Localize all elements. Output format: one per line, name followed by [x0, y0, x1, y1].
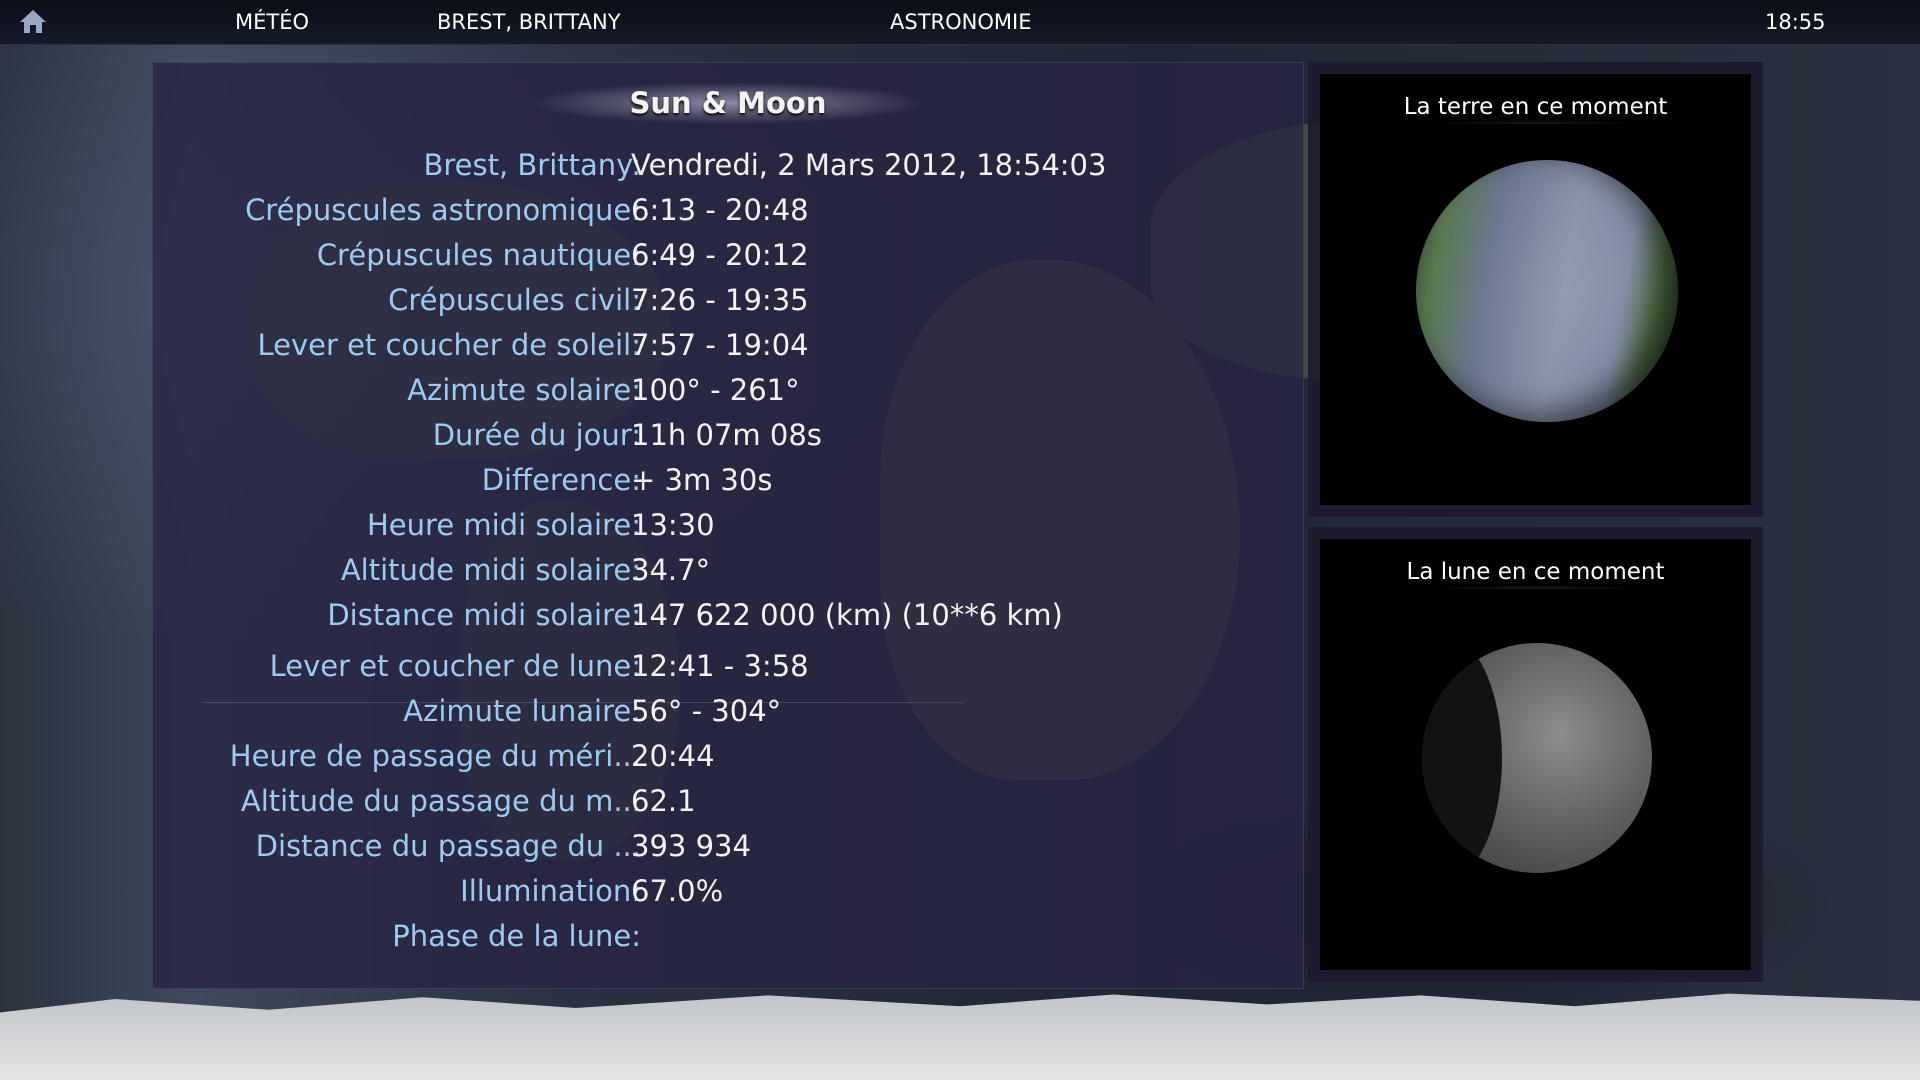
- row-value: Vendredi, 2 Mars 2012, 18:54:03: [631, 148, 1107, 182]
- sun-moon-panel: Sun & Moon Brest, Brittany: Vendredi, 2 …: [152, 62, 1304, 989]
- row-value: 6:13 - 20:48: [631, 193, 809, 227]
- earth-viewport: La terre en ce moment: [1320, 74, 1751, 505]
- row-label: Distance du passage du ...: [255, 829, 641, 863]
- row-value: 56° - 304°: [631, 694, 782, 728]
- row-label: Distance midi solaire:: [327, 598, 641, 632]
- earth-globe-image: [1416, 160, 1678, 422]
- info-row: Altitude du passage du m... 62.1: [153, 781, 1303, 821]
- clock: 18:55: [1765, 10, 1826, 34]
- row-value: 20:44: [631, 739, 715, 773]
- top-bar: MÉTÉO BREST, BRITTANY ASTRONOMIE 18:55: [0, 0, 1920, 45]
- info-row: Crépuscules nautique: 6:49 - 20:12: [153, 235, 1303, 275]
- antarctica-strip: [0, 993, 1920, 1080]
- row-value: 7:57 - 19:04: [631, 328, 809, 362]
- panel-title: Sun & Moon: [153, 81, 1303, 125]
- row-label: Crépuscules civil:: [388, 283, 641, 317]
- row-label: Heure de passage du méri...: [229, 739, 641, 773]
- row-value: 100° - 261°: [631, 373, 800, 407]
- row-value: 6:49 - 20:12: [631, 238, 809, 272]
- info-row: Crépuscules astronomique: 6:13 - 20:48: [153, 190, 1303, 230]
- row-value: 67.0%: [631, 874, 724, 908]
- row-label: Altitude du passage du m...: [240, 784, 641, 818]
- home-icon[interactable]: [18, 8, 48, 34]
- moon-phase-image: [1422, 643, 1652, 873]
- row-label: Phase de la lune:: [392, 919, 641, 953]
- row-value: 13:30: [631, 508, 715, 542]
- earth-panel-title: La terre en ce moment: [1320, 90, 1751, 124]
- row-label: Crépuscules astronomique:: [245, 193, 641, 227]
- info-row: Heure de passage du méri... 20:44: [153, 736, 1303, 776]
- row-value: 11h 07m 08s: [631, 418, 822, 452]
- info-row: Azimute lunaire: 56° - 304°: [153, 691, 1303, 731]
- row-value: 393 934: [631, 829, 751, 863]
- info-row: Distance du passage du ... 393 934: [153, 826, 1303, 866]
- info-row: Lever et coucher de lune: 12:41 - 3:58: [153, 646, 1303, 686]
- row-label: Azimute lunaire:: [403, 694, 641, 728]
- row-label: Illumination:: [460, 874, 641, 908]
- row-label: Azimute solaire:: [407, 373, 641, 407]
- nav-astronomie[interactable]: ASTRONOMIE: [890, 10, 1031, 34]
- info-row: Azimute solaire: 100° - 261°: [153, 370, 1303, 410]
- row-value: 62.1: [631, 784, 696, 818]
- info-row: Phase de la lune:: [153, 916, 1303, 956]
- moon-now-panel: La lune en ce moment: [1308, 527, 1763, 982]
- row-value: 147 622 000 (km) (10**6 km): [631, 598, 1063, 632]
- row-label: Lever et coucher de lune:: [269, 649, 641, 683]
- row-value: + 3m 30s: [631, 463, 773, 497]
- info-row: Altitude midi solaire: 34.7°: [153, 550, 1303, 590]
- info-row: Brest, Brittany: Vendredi, 2 Mars 2012, …: [153, 145, 1303, 185]
- row-value: 7:26 - 19:35: [631, 283, 809, 317]
- info-row: Heure midi solaire: 13:30: [153, 505, 1303, 545]
- row-label: Altitude midi solaire:: [340, 553, 641, 587]
- info-row: Lever et coucher de soleil: 7:57 - 19:04: [153, 325, 1303, 365]
- row-label: Durée du jour:: [432, 418, 641, 452]
- row-label: Heure midi solaire:: [367, 508, 641, 542]
- nav-meteo[interactable]: MÉTÉO: [235, 10, 309, 34]
- row-label: Difference:: [481, 463, 641, 497]
- info-row: Difference: + 3m 30s: [153, 460, 1303, 500]
- row-value: 34.7°: [631, 553, 711, 587]
- row-label: Brest, Brittany:: [423, 148, 641, 182]
- row-value: 12:41 - 3:58: [631, 649, 809, 683]
- moon-panel-title: La lune en ce moment: [1320, 555, 1751, 589]
- info-row: Illumination: 67.0%: [153, 871, 1303, 911]
- earth-now-panel: La terre en ce moment: [1308, 62, 1763, 517]
- row-label: Crépuscules nautique:: [316, 238, 641, 272]
- row-label: Lever et coucher de soleil:: [257, 328, 641, 362]
- moon-viewport: La lune en ce moment: [1320, 539, 1751, 970]
- info-row: Crépuscules civil: 7:26 - 19:35: [153, 280, 1303, 320]
- info-row: Durée du jour: 11h 07m 08s: [153, 415, 1303, 455]
- moon-shadow: [1422, 643, 1502, 873]
- nav-location[interactable]: BREST, BRITTANY: [437, 10, 621, 34]
- info-row: Distance midi solaire: 147 622 000 (km) …: [153, 595, 1303, 635]
